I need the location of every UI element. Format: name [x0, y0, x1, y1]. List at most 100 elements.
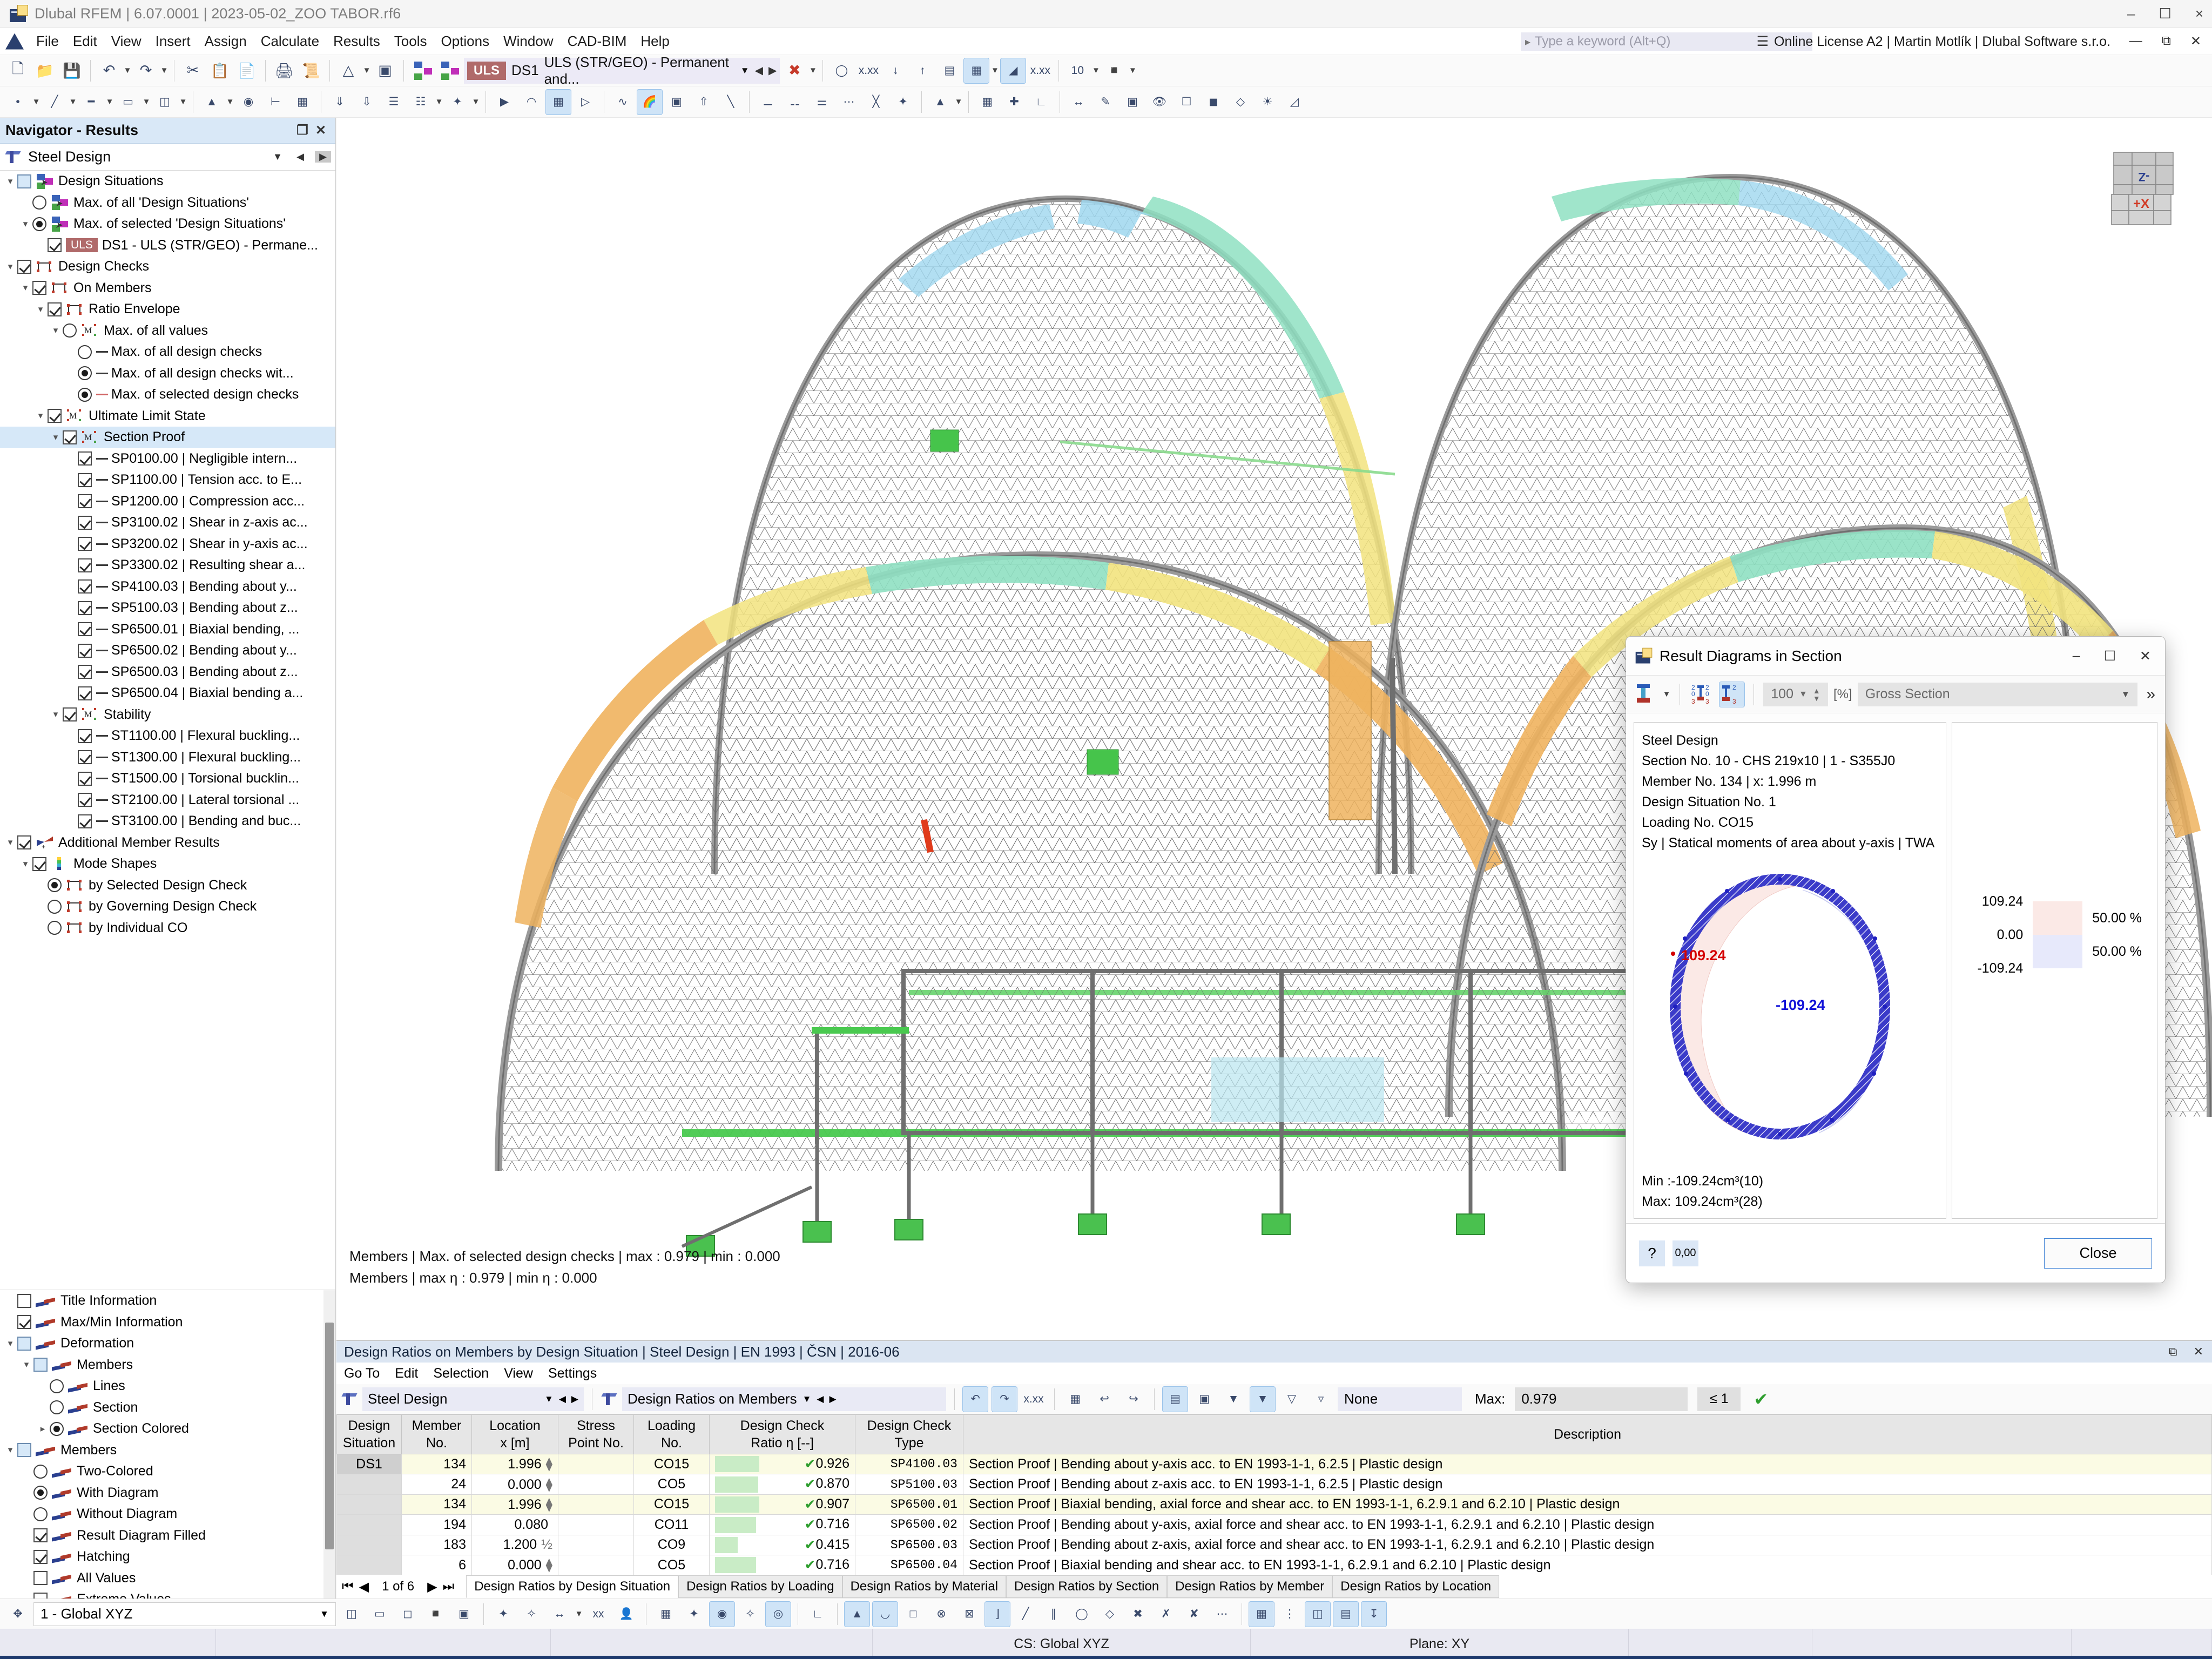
navigator-tree-item[interactable]: ULS DS1 - ULS (STR/GEO) - Permane... [0, 235, 335, 257]
checkbox[interactable] [78, 451, 92, 466]
checkbox[interactable] [17, 835, 31, 850]
display-property-item[interactable]: Max/Min Information [0, 1312, 323, 1333]
navigator-tree-item[interactable]: ▾ ➤ Max. of selected 'Design Situations' [0, 213, 335, 235]
line-angle-icon[interactable]: ╱ [1013, 1602, 1038, 1627]
dimension-icon[interactable]: ↔ [1066, 90, 1091, 114]
magnet-snap-icon[interactable]: ◡ [872, 1601, 898, 1627]
chevron-down-icon[interactable]: ▼ [269, 151, 286, 163]
checkbox[interactable] [78, 622, 92, 637]
last-page-icon[interactable]: ⏭ [443, 1579, 455, 1594]
navigator-tree-item[interactable]: SP3100.02 | Shear in z-axis ac... [0, 512, 335, 534]
menu-item-calculate[interactable]: Calculate [254, 31, 326, 52]
menu-item-view[interactable]: View [104, 31, 149, 52]
mesh-icon[interactable]: ▦ [545, 89, 571, 115]
checkbox[interactable] [33, 1528, 48, 1543]
navigator-tree-item[interactable]: SP6500.03 | Bending about z... [0, 662, 335, 683]
member-icon[interactable]: ━ [79, 90, 104, 114]
dialog-minimize-button[interactable]: – [2073, 648, 2080, 664]
window-controls[interactable]: – ☐ × [2127, 5, 2203, 22]
grid-snap-icon[interactable]: ▦ [975, 90, 1000, 114]
display-property-item[interactable]: Without Diagram [0, 1503, 323, 1525]
expand-toggle-icon[interactable]: ▾ [33, 304, 48, 315]
select-in-model-icon[interactable]: ↶ [962, 1386, 988, 1412]
visibility-icon[interactable]: 👁 [1147, 90, 1172, 114]
visibility-toggle-icon[interactable] [52, 1571, 73, 1585]
expand-toggle-icon[interactable]: ▾ [33, 410, 48, 421]
navigator-tree-item[interactable]: ▾ M Max. of all values [0, 320, 335, 342]
navigator-tree-item[interactable]: SP6500.04 | Biaxial bending a... [0, 683, 335, 704]
display-property-item[interactable]: ▾ Members [0, 1354, 323, 1376]
results-grid-column-header[interactable]: Member No. [401, 1414, 472, 1454]
extend-snap-icon[interactable]: ✗ [1154, 1602, 1178, 1627]
visibility-toggle-icon[interactable] [52, 1486, 73, 1500]
chevron-down-icon[interactable]: ▼ [2121, 689, 2130, 700]
load-nodal-icon[interactable]: ⇓ [327, 90, 352, 114]
menu-item-tools[interactable]: Tools [387, 31, 434, 52]
radio-button[interactable] [78, 345, 92, 359]
checkbox[interactable] [78, 515, 92, 530]
checkbox[interactable] [78, 793, 92, 807]
open-file-icon[interactable]: 📁 [32, 58, 57, 83]
deformation-icon[interactable]: ∿ [610, 90, 635, 114]
snap-object-icon[interactable]: ✧ [519, 1602, 544, 1627]
select-in-table-icon[interactable]: ↷ [992, 1386, 1017, 1412]
expand-toggle-icon[interactable]: ▾ [19, 1359, 33, 1370]
results-grid-column-header[interactable]: Description [963, 1414, 2212, 1454]
navigator-tree-item[interactable]: SP5100.03 | Bending about z... [0, 597, 335, 619]
solid-dropdown-icon[interactable]: ▼ [179, 90, 187, 114]
visibility-toggle-icon[interactable] [36, 1443, 57, 1457]
visibility-toggle-icon[interactable] [52, 1358, 73, 1372]
delete-results-icon[interactable]: ✖ [782, 58, 807, 83]
radio-button[interactable] [32, 217, 46, 231]
table-import-icon[interactable]: ↩ [1092, 1387, 1117, 1412]
circle-snap-icon[interactable]: ◇ [1097, 1602, 1122, 1627]
dim-xx-icon[interactable]: xx [586, 1602, 611, 1627]
visibility-toggle-icon[interactable] [52, 1528, 73, 1542]
navigator-tree-item[interactable]: by Governing Design Check [0, 896, 335, 918]
navigator-tree-item[interactable]: SP6500.01 | Biaxial bending, ... [0, 619, 335, 640]
menu-item-file[interactable]: File [29, 31, 66, 52]
doc-minimize-icon[interactable]: — [2129, 33, 2142, 49]
display-property-item[interactable]: With Diagram [0, 1482, 323, 1504]
dialog-expand-icon[interactable]: » [2143, 685, 2159, 704]
menu-item-assign[interactable]: Assign [198, 31, 254, 52]
stress-icon[interactable]: ▲ [928, 90, 953, 114]
table-next-icon[interactable]: ▶ [829, 1394, 836, 1405]
object-snap-icon[interactable]: ✚ [1002, 90, 1027, 114]
navigator-tree-item[interactable]: Max. of all design checks [0, 341, 335, 363]
checkbox[interactable] [32, 281, 46, 295]
checkbox[interactable] [78, 686, 92, 700]
dialog-maximize-button[interactable]: ☐ [2104, 648, 2116, 664]
menu-selection[interactable]: Selection [433, 1366, 489, 1381]
radio-button[interactable] [78, 366, 92, 381]
table-prev-icon[interactable]: ◀ [817, 1394, 824, 1405]
navigation-cube[interactable]: -Z +X [2106, 151, 2181, 227]
radio-button[interactable] [48, 921, 62, 935]
results-tab[interactable]: Design Ratios by Section [1006, 1575, 1168, 1598]
filter-funnel-icon[interactable]: ▼ [1221, 1387, 1246, 1412]
expand-toggle-icon[interactable]: ▾ [49, 325, 63, 336]
results-grid-column-header[interactable]: Design Check Ratio η [--] [709, 1414, 855, 1454]
view-front-icon[interactable]: ▭ [367, 1602, 392, 1627]
person-scale-icon[interactable]: 👤 [614, 1602, 639, 1627]
load-dropdown-icon[interactable]: ▼ [435, 90, 443, 114]
result-table-dropdown-icon[interactable]: ▼ [991, 58, 999, 83]
module-next-icon[interactable]: ▶ [571, 1394, 578, 1405]
delete-results-dropdown-icon[interactable]: ▼ [809, 58, 817, 83]
expand-toggle-icon[interactable]: ▾ [3, 176, 17, 187]
navigator-tree-item[interactable]: Max. of all design checks wit... [0, 363, 335, 385]
nearest-snap-icon[interactable]: ✘ [1182, 1602, 1206, 1627]
display-property-item[interactable]: Section [0, 1397, 323, 1419]
solid-results-icon[interactable]: ▣ [664, 90, 689, 114]
checkbox[interactable] [48, 302, 62, 316]
snap-grid-icon[interactable]: ✦ [491, 1602, 516, 1627]
maximize-button[interactable]: ☐ [2159, 5, 2171, 22]
printout-report-icon[interactable]: 📜 [299, 58, 323, 83]
undo-dropdown-icon[interactable]: ▼ [124, 58, 132, 83]
section-cut-icon[interactable]: ▤ [1333, 1601, 1359, 1627]
expand-toggle-icon[interactable]: ▾ [49, 709, 63, 720]
navigator-tree-item[interactable]: ▾ M Section Proof [0, 427, 335, 448]
support-display-icon[interactable]: ⌋ [984, 1601, 1010, 1627]
table-export-icon[interactable]: ↪ [1121, 1387, 1146, 1412]
internal-forces-vz-icon[interactable]: ⚌ [810, 90, 834, 114]
